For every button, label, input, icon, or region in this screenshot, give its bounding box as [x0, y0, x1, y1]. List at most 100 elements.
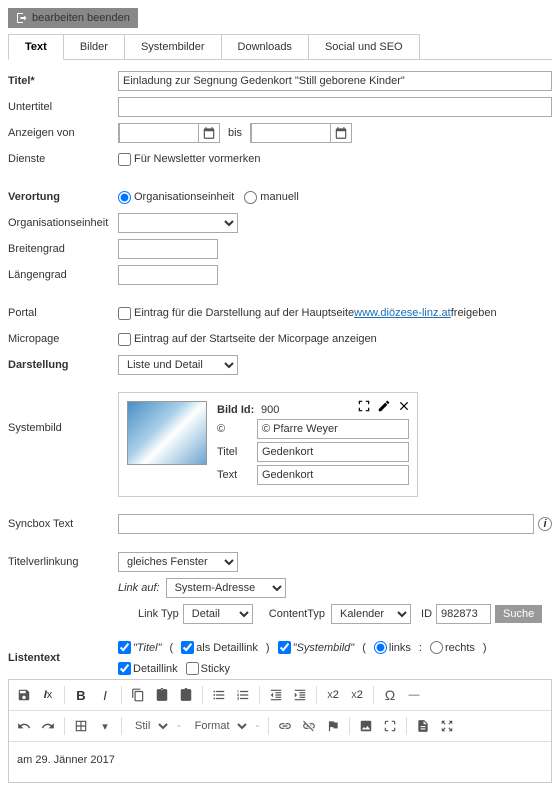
chevron-down-icon[interactable]: ▾ — [94, 715, 116, 737]
image-icon[interactable] — [355, 715, 377, 737]
tab-systembilder[interactable]: Systembilder — [124, 34, 222, 59]
contenttyp-select[interactable]: Kalender — [331, 604, 411, 624]
hr-icon[interactable]: — — [403, 684, 425, 706]
newsletter-checkbox[interactable] — [118, 153, 131, 166]
omega-icon[interactable]: Ω — [379, 684, 401, 706]
opt-titel: "Titel" — [133, 642, 162, 654]
exit-edit-button[interactable]: bearbeiten beenden — [8, 8, 138, 28]
portal-checkbox[interactable] — [118, 307, 131, 320]
suche-button[interactable]: Suche — [495, 605, 542, 623]
id-input[interactable] — [436, 604, 491, 624]
undo-icon[interactable] — [13, 715, 35, 737]
richtext-editor: Ix B I x2 x2 Ω — ▾ Stil - Format - — [8, 679, 552, 783]
titelverlinkung-select[interactable]: gleiches Fenster — [118, 552, 238, 572]
anzeigen-von-label: Anzeigen von — [8, 127, 118, 139]
anchor-icon[interactable] — [322, 715, 344, 737]
detaillink1-checkbox[interactable] — [181, 641, 194, 654]
editor-toolbar-2: ▾ Stil - Format - — [9, 711, 551, 742]
systembild-checkbox[interactable] — [278, 641, 291, 654]
detaillink2-checkbox[interactable] — [118, 662, 131, 675]
bold-icon[interactable]: B — [70, 684, 92, 706]
view-icon[interactable] — [379, 715, 401, 737]
clear-format-icon[interactable]: Ix — [37, 684, 59, 706]
linktyp-select[interactable]: Detail — [183, 604, 253, 624]
editor-content[interactable]: am 29. Jänner 2017 — [9, 742, 551, 782]
calendar-icon[interactable] — [202, 126, 216, 140]
tab-downloads[interactable]: Downloads — [221, 34, 309, 59]
bullet-list-icon[interactable] — [208, 684, 230, 706]
italic-icon[interactable]: I — [94, 684, 116, 706]
stil-select[interactable]: Stil — [127, 715, 171, 737]
bild-titel-label: Titel — [217, 446, 257, 458]
contenttyp-label: ContentTyp — [269, 608, 325, 620]
micropage-checkbox[interactable] — [118, 333, 131, 346]
darstellung-label: Darstellung — [8, 359, 118, 371]
copy-icon[interactable] — [127, 684, 149, 706]
edit-icon[interactable] — [377, 399, 391, 413]
calendar-icon[interactable] — [334, 126, 348, 140]
number-list-icon[interactable] — [232, 684, 254, 706]
tab-bilder[interactable]: Bilder — [63, 34, 125, 59]
systembild-label: Systembild — [8, 422, 118, 434]
fullscreen-icon[interactable] — [357, 399, 371, 413]
source-icon[interactable] — [412, 715, 434, 737]
outdent-icon[interactable] — [265, 684, 287, 706]
copyright-input[interactable] — [257, 419, 409, 439]
tab-text[interactable]: Text — [8, 34, 64, 60]
verortung-manuell-radio[interactable] — [244, 191, 257, 204]
opt-systembild: "Systembild" — [293, 642, 355, 654]
maximize-icon[interactable] — [436, 715, 458, 737]
titel-label: Titel* — [8, 75, 118, 87]
date-to-input[interactable] — [251, 123, 331, 143]
orgunit-select[interactable] — [118, 213, 238, 233]
rechts-radio[interactable] — [430, 641, 443, 654]
opt-detaillink2: Detaillink — [133, 663, 178, 675]
sticky-checkbox[interactable] — [186, 662, 199, 675]
bild-text-input[interactable] — [257, 465, 409, 485]
bild-titel-input[interactable] — [257, 442, 409, 462]
linkauf-label: Link auf: — [118, 582, 160, 594]
table-icon[interactable] — [70, 715, 92, 737]
format-select[interactable]: Format — [187, 715, 250, 737]
untertitel-input[interactable] — [118, 97, 552, 117]
portal-label: Portal — [8, 307, 118, 319]
indent-icon[interactable] — [289, 684, 311, 706]
portal-link[interactable]: www.diözese-linz.at — [354, 307, 451, 319]
info-icon[interactable]: i — [538, 517, 552, 531]
links-radio[interactable] — [374, 641, 387, 654]
systembild-thumbnail[interactable] — [127, 401, 207, 465]
verortung-org-label: Organisationseinheit — [134, 191, 234, 203]
titel-input[interactable] — [118, 71, 552, 91]
close-icon[interactable] — [397, 399, 411, 413]
superscript-icon[interactable]: x2 — [346, 684, 368, 706]
paste-text-icon[interactable] — [175, 684, 197, 706]
paste-icon[interactable] — [151, 684, 173, 706]
link-icon[interactable] — [274, 715, 296, 737]
id-label: ID — [421, 608, 432, 620]
systembild-box: Bild Id: 900 © Titel Text — [118, 392, 418, 497]
breitengrad-label: Breitengrad — [8, 243, 118, 255]
breitengrad-input[interactable] — [118, 239, 218, 259]
subscript-icon[interactable]: x2 — [322, 684, 344, 706]
redo-icon[interactable] — [37, 715, 59, 737]
micropage-text: Eintrag auf der Startseite der Micorpage… — [134, 333, 377, 345]
laengengrad-input[interactable] — [118, 265, 218, 285]
syncbox-input[interactable] — [118, 514, 534, 534]
tab-social[interactable]: Social und SEO — [308, 34, 420, 59]
verortung-org-radio[interactable] — [118, 191, 131, 204]
unlink-icon[interactable] — [298, 715, 320, 737]
bild-id-label: Bild Id: — [217, 404, 257, 416]
opt-links: links — [389, 642, 411, 654]
titel-checkbox[interactable] — [118, 641, 131, 654]
tab-bar: Text Bilder Systembilder Downloads Socia… — [8, 34, 552, 60]
opt-rechts: rechts — [445, 642, 475, 654]
darstellung-select[interactable]: Liste und Detail — [118, 355, 238, 375]
bild-text-label: Text — [217, 469, 257, 481]
save-icon[interactable] — [13, 684, 35, 706]
verortung-label: Verortung — [8, 191, 118, 203]
bild-id-value: 900 — [261, 404, 301, 416]
date-from-input[interactable] — [119, 123, 199, 143]
linkauf-select[interactable]: System-Adresse — [166, 578, 286, 598]
linktyp-label: Link Typ — [138, 608, 179, 620]
date-from-wrap — [118, 123, 220, 143]
